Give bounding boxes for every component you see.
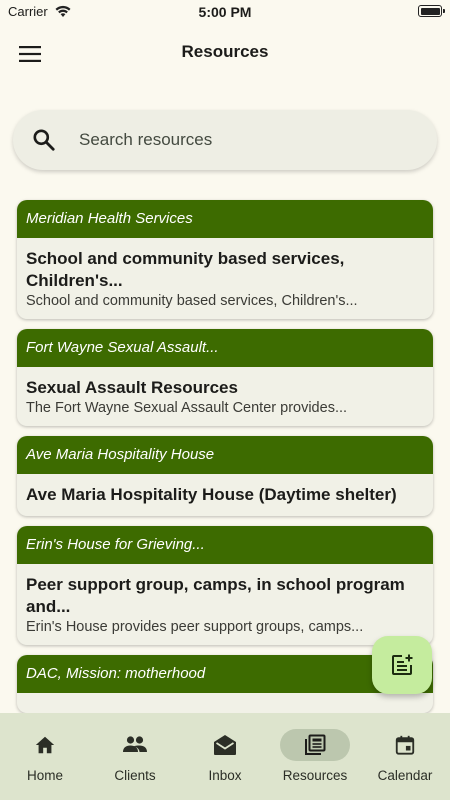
add-note-button[interactable] <box>372 636 432 694</box>
nav-label: Resources <box>282 768 348 783</box>
card-title: Sexual Assault Resources <box>26 378 238 397</box>
active-indicator <box>280 729 350 761</box>
nav-calendar[interactable]: Calendar <box>360 713 450 800</box>
card-description: School and community based services, Chi… <box>26 293 358 309</box>
app-bar: Resources <box>0 30 450 76</box>
resource-card[interactable]: Fort Wayne Sexual Assault... Sexual Assa… <box>17 329 433 426</box>
resource-card[interactable]: DAC, Mission: motherhood <box>17 655 433 713</box>
card-organization: Erin's House for Grieving... <box>17 526 433 564</box>
nav-label: Calendar <box>377 768 433 783</box>
resource-card[interactable]: Meridian Health Services School and comm… <box>17 200 433 319</box>
nav-label: Inbox <box>208 768 242 783</box>
nav-inbox[interactable]: Inbox <box>180 713 270 800</box>
nav-home[interactable]: Home <box>0 713 90 800</box>
resource-card[interactable]: Erin's House for Grieving... Peer suppor… <box>17 526 433 645</box>
card-title: Peer support group, camps, in school pro… <box>26 575 405 616</box>
mail-icon <box>214 735 236 755</box>
home-icon <box>35 736 55 754</box>
resource-card[interactable]: Ave Maria Hospitality House Ave Maria Ho… <box>17 436 433 516</box>
search-icon <box>33 129 55 151</box>
calendar-icon <box>395 735 415 755</box>
resource-list: Meridian Health Services School and comm… <box>17 200 433 723</box>
nav-label: Home <box>26 768 63 783</box>
nav-resources[interactable]: Resources <box>270 713 360 800</box>
card-organization: Meridian Health Services <box>17 200 433 238</box>
newspaper-icon <box>305 734 326 755</box>
nav-clients[interactable]: Clients <box>90 713 180 800</box>
battery-icon <box>418 5 445 17</box>
card-organization: Ave Maria Hospitality House <box>17 436 433 474</box>
nav-label: Clients <box>114 768 156 783</box>
card-title: Ave Maria Hospitality House (Daytime she… <box>26 485 397 504</box>
search-input[interactable] <box>79 110 419 170</box>
page-title: Resources <box>181 42 269 61</box>
clock: 5:00 PM <box>198 4 252 20</box>
card-title: School and community based services, Chi… <box>26 249 345 290</box>
card-description: Erin's House provides peer support group… <box>26 619 364 635</box>
status-bar: Carrier 5:00 PM <box>0 0 450 26</box>
card-organization: DAC, Mission: motherhood <box>17 655 433 693</box>
bottom-navigation: Home Clients Inbox Resources Calendar <box>0 713 450 800</box>
post-add-icon <box>392 654 413 675</box>
card-description: The Fort Wayne Sexual Assault Center pro… <box>26 400 348 416</box>
search-bar[interactable] <box>13 110 437 170</box>
people-icon <box>123 736 147 752</box>
card-organization: Fort Wayne Sexual Assault... <box>17 329 433 367</box>
